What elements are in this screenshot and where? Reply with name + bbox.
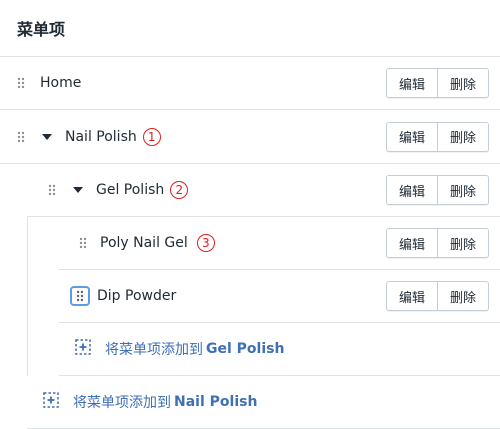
menu-items-panel: 菜单项 Home 编辑 删除 Nail Polish 1 编辑 删除 Gel P… (0, 0, 500, 429)
add-item-icon (75, 339, 91, 359)
delete-button[interactable]: 删除 (436, 122, 488, 151)
edit-button[interactable]: 编辑 (386, 176, 437, 204)
menu-item-label: Gel Polish (96, 182, 165, 198)
menu-item-poly-nail-gel: Poly Nail Gel 3 编辑 删除 (59, 217, 500, 270)
menu-item-nail-polish: Nail Polish 1 编辑 删除 (0, 110, 500, 164)
menu-item-label: Poly Nail Gel (100, 235, 188, 251)
menu-item-dip-powder: Dip Powder 编辑 删除 (59, 270, 500, 323)
item-actions: 编辑 删除 (385, 281, 489, 311)
edit-button[interactable]: 编辑 (386, 282, 437, 310)
menu-item-label: Home (40, 75, 82, 91)
menu-item-label: Dip Powder (97, 288, 177, 304)
panel-header: 菜单项 (0, 0, 500, 57)
drag-handle-icon[interactable] (76, 236, 90, 250)
add-to-gel-polish-row: 将菜单项添加到 Gel Polish (59, 323, 500, 376)
step-badge: 3 (196, 234, 215, 252)
menu-item-home: Home 编辑 删除 (0, 57, 500, 110)
add-link-prefix: 将菜单项添加到 (73, 395, 171, 411)
add-item-icon (43, 392, 59, 412)
add-link-prefix: 将菜单项添加到 (105, 342, 203, 358)
delete-button[interactable]: 删除 (436, 69, 488, 97)
delete-button[interactable]: 删除 (436, 229, 488, 257)
caret-down-icon[interactable] (42, 132, 52, 142)
menu-item-label: Nail Polish (65, 128, 137, 145)
edit-button[interactable]: 编辑 (386, 69, 437, 97)
add-menu-item-link[interactable]: 将菜单项添加到 Gel Polish (75, 339, 284, 359)
drag-handle-icon[interactable] (70, 286, 90, 306)
step-badge: 2 (170, 181, 189, 199)
menu-item-gel-polish: Gel Polish 2 编辑 删除 (27, 164, 500, 217)
add-to-nail-polish-row: 将菜单项添加到 Nail Polish (27, 376, 500, 429)
delete-button[interactable]: 删除 (436, 282, 488, 310)
add-link-target: Nail Polish (174, 394, 258, 410)
delete-button[interactable]: 删除 (436, 176, 488, 204)
drag-handle-icon[interactable] (14, 76, 28, 90)
drag-handle-icon[interactable] (14, 130, 28, 144)
item-actions: 编辑 删除 (385, 121, 489, 152)
drag-handle-icon[interactable] (45, 183, 59, 197)
caret-down-icon[interactable] (73, 185, 83, 195)
edit-button[interactable]: 编辑 (386, 122, 437, 151)
item-actions: 编辑 删除 (385, 175, 489, 205)
step-badge: 1 (142, 127, 161, 146)
add-link-target: Gel Polish (206, 341, 285, 357)
panel-title: 菜单项 (17, 20, 66, 39)
item-actions: 编辑 删除 (385, 68, 489, 98)
add-menu-item-link[interactable]: 将菜单项添加到 Nail Polish (43, 392, 257, 412)
item-actions: 编辑 删除 (385, 228, 489, 258)
edit-button[interactable]: 编辑 (386, 229, 437, 257)
